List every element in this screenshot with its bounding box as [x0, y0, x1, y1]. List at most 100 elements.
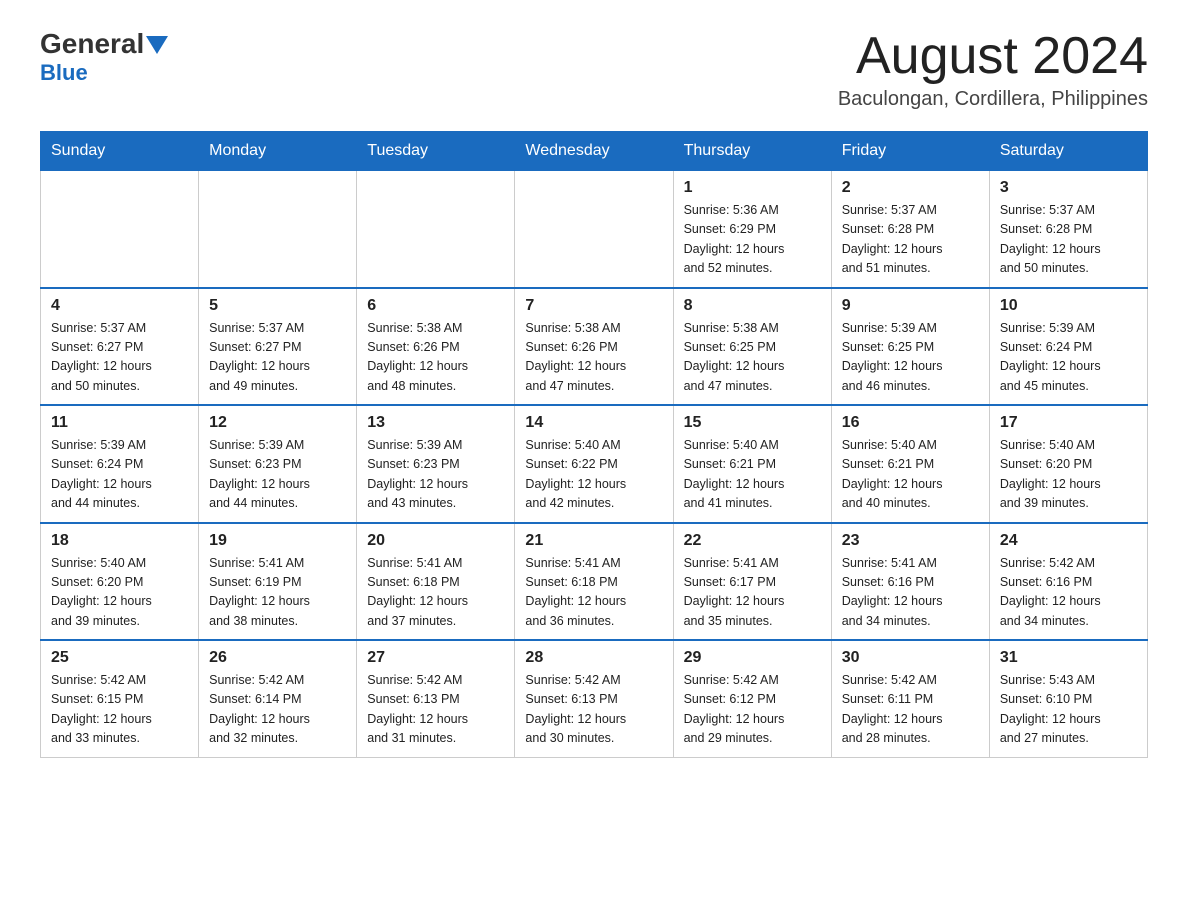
day-info: Sunrise: 5:41 AMSunset: 6:16 PMDaylight:… — [842, 554, 979, 632]
calendar-cell: 7 Sunrise: 5:38 AMSunset: 6:26 PMDaylight… — [515, 288, 673, 406]
calendar-cell: 1 Sunrise: 5:36 AMSunset: 6:29 PMDaylight… — [673, 171, 831, 288]
day-number: 17 — [1000, 414, 1137, 432]
calendar-header-thursday: Thursday — [673, 132, 831, 171]
calendar-week-row: 4 Sunrise: 5:37 AMSunset: 6:27 PMDaylight… — [41, 288, 1148, 406]
calendar-cell: 27 Sunrise: 5:42 AMSunset: 6:13 PMDayligh… — [357, 640, 515, 757]
day-info: Sunrise: 5:40 AMSunset: 6:20 PMDaylight:… — [51, 554, 188, 632]
day-info: Sunrise: 5:39 AMSunset: 6:24 PMDaylight:… — [51, 436, 188, 514]
day-info: Sunrise: 5:38 AMSunset: 6:26 PMDaylight:… — [367, 319, 504, 397]
day-info: Sunrise: 5:39 AMSunset: 6:25 PMDaylight:… — [842, 319, 979, 397]
calendar-cell: 19Sunrise: 5:41 AMSunset: 6:19 PMDayligh… — [199, 523, 357, 641]
day-info: Sunrise: 5:40 AMSunset: 6:22 PMDaylight:… — [525, 436, 662, 514]
calendar-cell: 8 Sunrise: 5:38 AMSunset: 6:25 PMDaylight… — [673, 288, 831, 406]
day-info: Sunrise: 5:42 AMSunset: 6:13 PMDaylight:… — [367, 671, 504, 749]
day-number: 5 — [209, 297, 346, 315]
calendar-cell: 15Sunrise: 5:40 AMSunset: 6:21 PMDayligh… — [673, 405, 831, 523]
day-number: 27 — [367, 649, 504, 667]
calendar-header-tuesday: Tuesday — [357, 132, 515, 171]
day-number: 13 — [367, 414, 504, 432]
calendar-header-friday: Friday — [831, 132, 989, 171]
calendar-subtitle: Baculongan, Cordillera, Philippines — [838, 88, 1148, 111]
calendar-cell: 24 Sunrise: 5:42 AMSunset: 6:16 PMDayligh… — [989, 523, 1147, 641]
day-number: 6 — [367, 297, 504, 315]
calendar-cell: 31 Sunrise: 5:43 AMSunset: 6:10 PMDayligh… — [989, 640, 1147, 757]
calendar-cell: 18 Sunrise: 5:40 AMSunset: 6:20 PMDayligh… — [41, 523, 199, 641]
day-info: Sunrise: 5:40 AMSunset: 6:20 PMDaylight:… — [1000, 436, 1137, 514]
day-info: Sunrise: 5:36 AMSunset: 6:29 PMDaylight:… — [684, 201, 821, 279]
day-info: Sunrise: 5:40 AMSunset: 6:21 PMDaylight:… — [842, 436, 979, 514]
calendar-cell: 29 Sunrise: 5:42 AMSunset: 6:12 PMDayligh… — [673, 640, 831, 757]
day-number: 7 — [525, 297, 662, 315]
day-info: Sunrise: 5:37 AMSunset: 6:28 PMDaylight:… — [842, 201, 979, 279]
day-number: 10 — [1000, 297, 1137, 315]
day-info: Sunrise: 5:41 AMSunset: 6:18 PMDaylight:… — [525, 554, 662, 632]
day-number: 18 — [51, 532, 188, 550]
calendar-cell — [515, 171, 673, 288]
title-block: August 2024 Baculongan, Cordillera, Phil… — [838, 30, 1148, 111]
day-number: 25 — [51, 649, 188, 667]
calendar-cell: 5 Sunrise: 5:37 AMSunset: 6:27 PMDaylight… — [199, 288, 357, 406]
calendar-cell: 30Sunrise: 5:42 AMSunset: 6:11 PMDayligh… — [831, 640, 989, 757]
calendar-week-row: 25 Sunrise: 5:42 AMSunset: 6:15 PMDayligh… — [41, 640, 1148, 757]
calendar-cell: 17 Sunrise: 5:40 AMSunset: 6:20 PMDayligh… — [989, 405, 1147, 523]
calendar-cell: 28Sunrise: 5:42 AMSunset: 6:13 PMDayligh… — [515, 640, 673, 757]
day-number: 14 — [525, 414, 662, 432]
day-info: Sunrise: 5:41 AMSunset: 6:17 PMDaylight:… — [684, 554, 821, 632]
day-number: 20 — [367, 532, 504, 550]
page-header: General Blue August 2024 Baculongan, Cor… — [40, 30, 1148, 111]
calendar-cell: 26 Sunrise: 5:42 AMSunset: 6:14 PMDayligh… — [199, 640, 357, 757]
day-number: 8 — [684, 297, 821, 315]
logo-text-blue: Blue — [40, 60, 88, 86]
day-number: 29 — [684, 649, 821, 667]
day-info: Sunrise: 5:37 AMSunset: 6:27 PMDaylight:… — [209, 319, 346, 397]
calendar-table: SundayMondayTuesdayWednesdayThursdayFrid… — [40, 131, 1148, 758]
day-info: Sunrise: 5:37 AMSunset: 6:27 PMDaylight:… — [51, 319, 188, 397]
day-number: 4 — [51, 297, 188, 315]
calendar-cell — [41, 171, 199, 288]
calendar-cell: 6 Sunrise: 5:38 AMSunset: 6:26 PMDaylight… — [357, 288, 515, 406]
logo: General Blue — [40, 30, 168, 86]
calendar-cell: 2Sunrise: 5:37 AMSunset: 6:28 PMDaylight… — [831, 171, 989, 288]
calendar-header-monday: Monday — [199, 132, 357, 171]
day-number: 9 — [842, 297, 979, 315]
day-number: 21 — [525, 532, 662, 550]
day-info: Sunrise: 5:39 AMSunset: 6:23 PMDaylight:… — [367, 436, 504, 514]
day-info: Sunrise: 5:43 AMSunset: 6:10 PMDaylight:… — [1000, 671, 1137, 749]
day-info: Sunrise: 5:37 AMSunset: 6:28 PMDaylight:… — [1000, 201, 1137, 279]
day-number: 26 — [209, 649, 346, 667]
calendar-cell: 25 Sunrise: 5:42 AMSunset: 6:15 PMDayligh… — [41, 640, 199, 757]
day-info: Sunrise: 5:42 AMSunset: 6:14 PMDaylight:… — [209, 671, 346, 749]
calendar-cell: 10 Sunrise: 5:39 AMSunset: 6:24 PMDayligh… — [989, 288, 1147, 406]
day-number: 19 — [209, 532, 346, 550]
day-number: 22 — [684, 532, 821, 550]
day-number: 31 — [1000, 649, 1137, 667]
day-info: Sunrise: 5:42 AMSunset: 6:15 PMDaylight:… — [51, 671, 188, 749]
day-number: 3 — [1000, 179, 1137, 197]
calendar-cell: 3 Sunrise: 5:37 AMSunset: 6:28 PMDaylight… — [989, 171, 1147, 288]
calendar-cell: 11 Sunrise: 5:39 AMSunset: 6:24 PMDayligh… — [41, 405, 199, 523]
day-number: 24 — [1000, 532, 1137, 550]
calendar-cell — [199, 171, 357, 288]
day-number: 1 — [684, 179, 821, 197]
day-number: 12 — [209, 414, 346, 432]
day-info: Sunrise: 5:42 AMSunset: 6:13 PMDaylight:… — [525, 671, 662, 749]
day-info: Sunrise: 5:38 AMSunset: 6:25 PMDaylight:… — [684, 319, 821, 397]
calendar-title: August 2024 — [838, 30, 1148, 82]
calendar-cell: 22 Sunrise: 5:41 AMSunset: 6:17 PMDayligh… — [673, 523, 831, 641]
day-info: Sunrise: 5:42 AMSunset: 6:16 PMDaylight:… — [1000, 554, 1137, 632]
day-info: Sunrise: 5:38 AMSunset: 6:26 PMDaylight:… — [525, 319, 662, 397]
calendar-cell: 9 Sunrise: 5:39 AMSunset: 6:25 PMDaylight… — [831, 288, 989, 406]
calendar-week-row: 1 Sunrise: 5:36 AMSunset: 6:29 PMDaylight… — [41, 171, 1148, 288]
calendar-cell: 16Sunrise: 5:40 AMSunset: 6:21 PMDayligh… — [831, 405, 989, 523]
calendar-header-wednesday: Wednesday — [515, 132, 673, 171]
calendar-cell — [357, 171, 515, 288]
day-info: Sunrise: 5:41 AMSunset: 6:18 PMDaylight:… — [367, 554, 504, 632]
calendar-cell: 14 Sunrise: 5:40 AMSunset: 6:22 PMDayligh… — [515, 405, 673, 523]
day-info: Sunrise: 5:42 AMSunset: 6:11 PMDaylight:… — [842, 671, 979, 749]
calendar-cell: 23Sunrise: 5:41 AMSunset: 6:16 PMDayligh… — [831, 523, 989, 641]
calendar-header-sunday: Sunday — [41, 132, 199, 171]
day-number: 11 — [51, 414, 188, 432]
calendar-header-saturday: Saturday — [989, 132, 1147, 171]
day-info: Sunrise: 5:42 AMSunset: 6:12 PMDaylight:… — [684, 671, 821, 749]
day-info: Sunrise: 5:39 AMSunset: 6:24 PMDaylight:… — [1000, 319, 1137, 397]
